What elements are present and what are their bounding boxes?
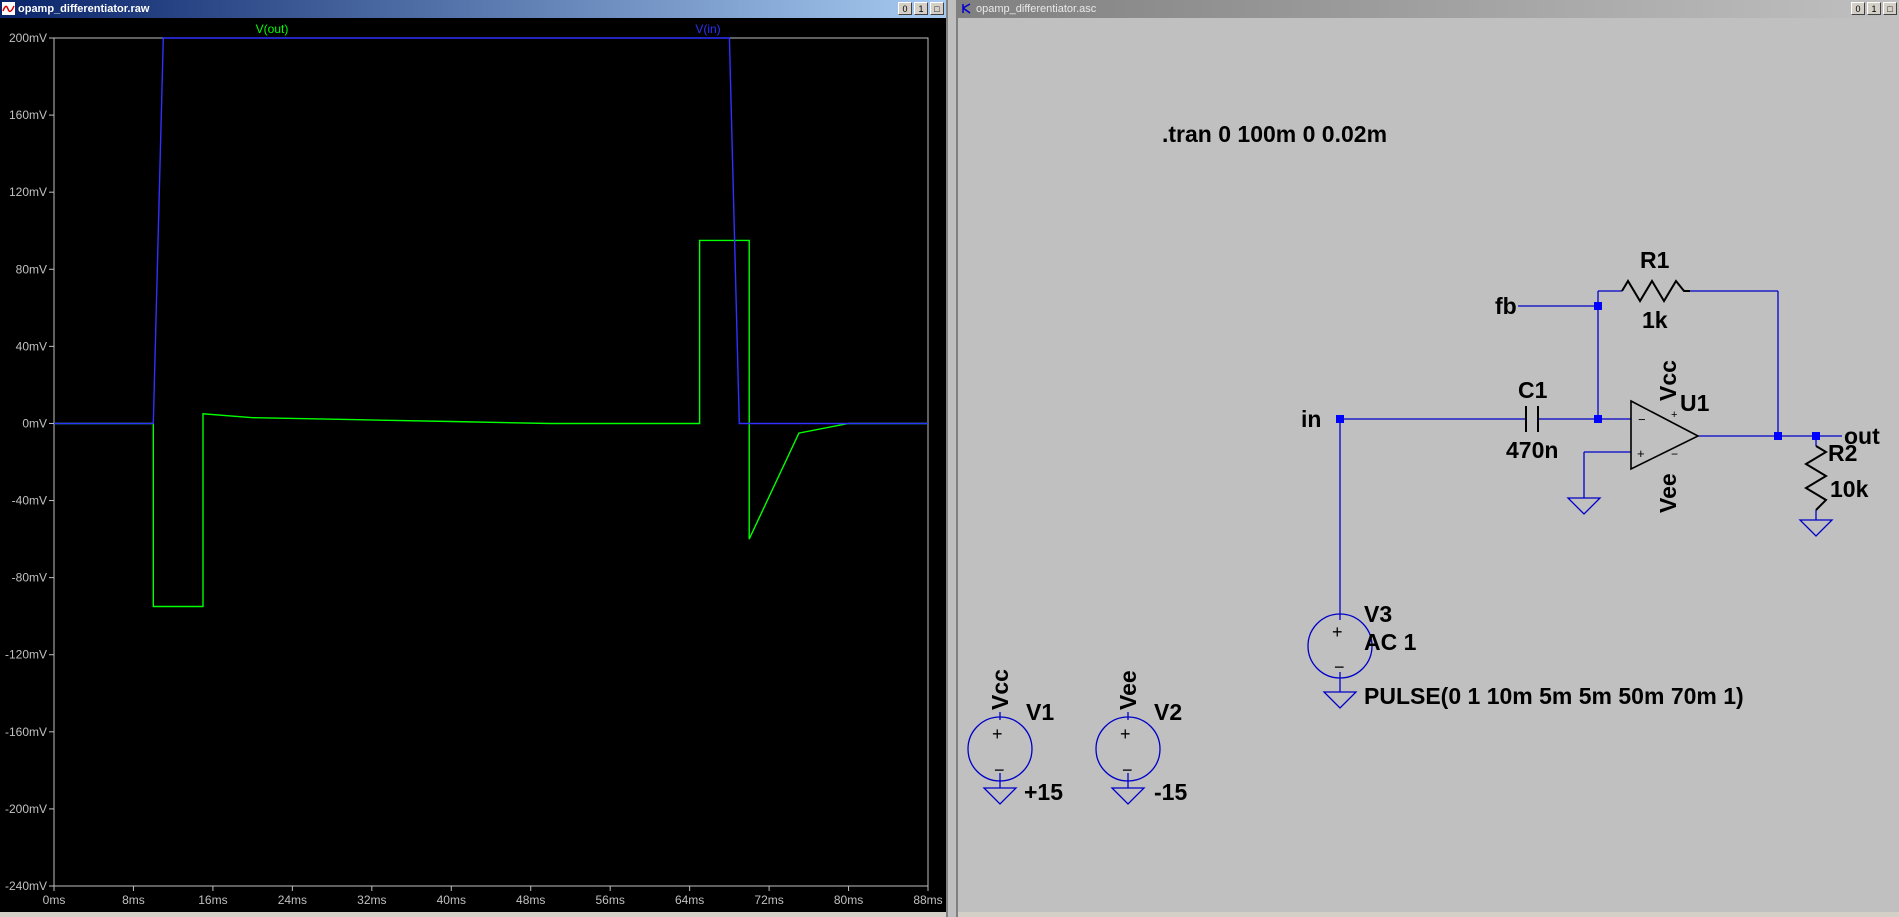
c1-capacitor[interactable] xyxy=(1525,406,1539,432)
vee-pin-symbol: − xyxy=(1671,447,1678,461)
x-tick-label: 56ms xyxy=(596,893,625,907)
y-tick-label: 80mV xyxy=(16,262,47,276)
maximize-button[interactable]: □ xyxy=(930,2,944,15)
ground-icon xyxy=(1798,519,1834,537)
waveform-window[interactable]: opamp_differentiator.raw 0 1 □ 200mV 160m… xyxy=(0,0,948,917)
legend-v-out[interactable]: V(out) xyxy=(256,22,289,36)
waveform-statusbar xyxy=(0,912,946,917)
v2-value[interactable]: -15 xyxy=(1154,779,1187,805)
x-tick-label: 8ms xyxy=(122,893,145,907)
restore-button[interactable]: 1 xyxy=(914,2,928,15)
ground-icon xyxy=(1110,787,1146,805)
u1-vcc-pin-label[interactable]: Vcc xyxy=(1655,360,1681,401)
x-tick-label: 48ms xyxy=(516,893,545,907)
ground-icon xyxy=(1322,691,1358,709)
x-tick-label: 64ms xyxy=(675,893,704,907)
r1-name[interactable]: R1 xyxy=(1640,247,1670,273)
v2-net-label[interactable]: Vee xyxy=(1115,670,1141,710)
y-tick-label: 120mV xyxy=(9,185,47,199)
y-tick-label: -240mV xyxy=(5,879,47,893)
waveform-app-icon xyxy=(2,2,15,15)
y-tick-label: 200mV xyxy=(9,31,47,45)
r2-value[interactable]: 10k xyxy=(1830,476,1869,502)
r2-name[interactable]: R2 xyxy=(1828,440,1857,466)
v1-value[interactable]: +15 xyxy=(1024,779,1063,805)
x-tick-label: 24ms xyxy=(278,893,307,907)
tran-directive[interactable]: .tran 0 100m 0 0.02m xyxy=(1162,121,1387,147)
v2-name[interactable]: V2 xyxy=(1154,699,1182,725)
r1-resistor[interactable] xyxy=(1621,279,1690,303)
x-tick-label: 32ms xyxy=(357,893,386,907)
x-tick-label: 88ms xyxy=(913,893,942,907)
y-tick-label: -200mV xyxy=(5,802,47,816)
plus-symbol: + xyxy=(1120,724,1131,744)
r1-value[interactable]: 1k xyxy=(1642,307,1668,333)
minus-symbol: − xyxy=(1334,657,1345,677)
ground-icon xyxy=(982,787,1018,805)
waveform-window-title: opamp_differentiator.raw xyxy=(18,3,150,15)
minus-symbol: − xyxy=(1122,760,1133,780)
y-tick-label: -40mV xyxy=(12,494,47,508)
minimize-button[interactable]: 0 xyxy=(1851,2,1865,15)
plot-background xyxy=(0,18,946,917)
v1-name[interactable]: V1 xyxy=(1026,699,1054,725)
inverting-input-symbol: − xyxy=(1638,412,1646,427)
u1-name[interactable]: U1 xyxy=(1680,390,1710,416)
waveform-plot[interactable]: 200mV 160mV 120mV 80mV 40mV 0mV -40mV -80mV -120… xyxy=(0,18,946,917)
minimize-button[interactable]: 0 xyxy=(898,2,912,15)
minus-symbol: − xyxy=(994,760,1005,780)
y-tick-label: -80mV xyxy=(12,571,47,585)
c1-value[interactable]: 470n xyxy=(1506,437,1558,463)
y-tick-label: 40mV xyxy=(16,339,47,353)
r2-resistor[interactable] xyxy=(1804,445,1828,511)
plus-symbol: + xyxy=(1332,622,1343,642)
restore-button[interactable]: 1 xyxy=(1867,2,1881,15)
y-tick-label: 0mV xyxy=(22,416,47,430)
schematic-window[interactable]: opamp_differentiator.asc 0 1 □ .tran 0 1… xyxy=(956,0,1899,917)
x-tick-label: 16ms xyxy=(198,893,227,907)
schematic-app-icon xyxy=(962,3,971,14)
x-tick-label: 0ms xyxy=(43,893,66,907)
legend-v-in[interactable]: V(in) xyxy=(695,22,720,36)
v3-ac-value[interactable]: AC 1 xyxy=(1364,629,1417,655)
waveform-titlebar[interactable]: opamp_differentiator.raw 0 1 □ xyxy=(0,0,946,18)
y-tick-label: 160mV xyxy=(9,108,47,122)
net-label-fb[interactable]: fb xyxy=(1495,293,1517,319)
wires xyxy=(999,290,1842,788)
u1-vee-pin-label[interactable]: Vee xyxy=(1655,473,1681,513)
maximize-button[interactable]: □ xyxy=(1883,2,1897,15)
schematic-titlebar[interactable]: opamp_differentiator.asc 0 1 □ xyxy=(958,0,1899,18)
x-tick-label: 40ms xyxy=(437,893,466,907)
plus-symbol: + xyxy=(992,724,1003,744)
v3-pulse-value[interactable]: PULSE(0 1 10m 5m 5m 50m 70m 1) xyxy=(1364,683,1744,709)
ground-icon xyxy=(1566,497,1602,515)
vcc-pin-symbol: + xyxy=(1671,409,1677,421)
schematic-statusbar xyxy=(958,912,1899,917)
v1-net-label[interactable]: Vcc xyxy=(987,669,1013,710)
net-label-in[interactable]: in xyxy=(1301,406,1321,432)
schematic-window-title: opamp_differentiator.asc xyxy=(976,3,1097,15)
c1-name[interactable]: C1 xyxy=(1518,377,1548,403)
noninverting-input-symbol: + xyxy=(1637,446,1645,461)
x-tick-label: 80ms xyxy=(834,893,863,907)
v3-name[interactable]: V3 xyxy=(1364,601,1392,627)
x-tick-label: 72ms xyxy=(754,893,783,907)
y-tick-label: -160mV xyxy=(5,725,47,739)
schematic-canvas[interactable]: .tran 0 100m 0 0.02m − + + − + − + − + −… xyxy=(958,18,1899,912)
y-tick-label: -120mV xyxy=(5,648,47,662)
